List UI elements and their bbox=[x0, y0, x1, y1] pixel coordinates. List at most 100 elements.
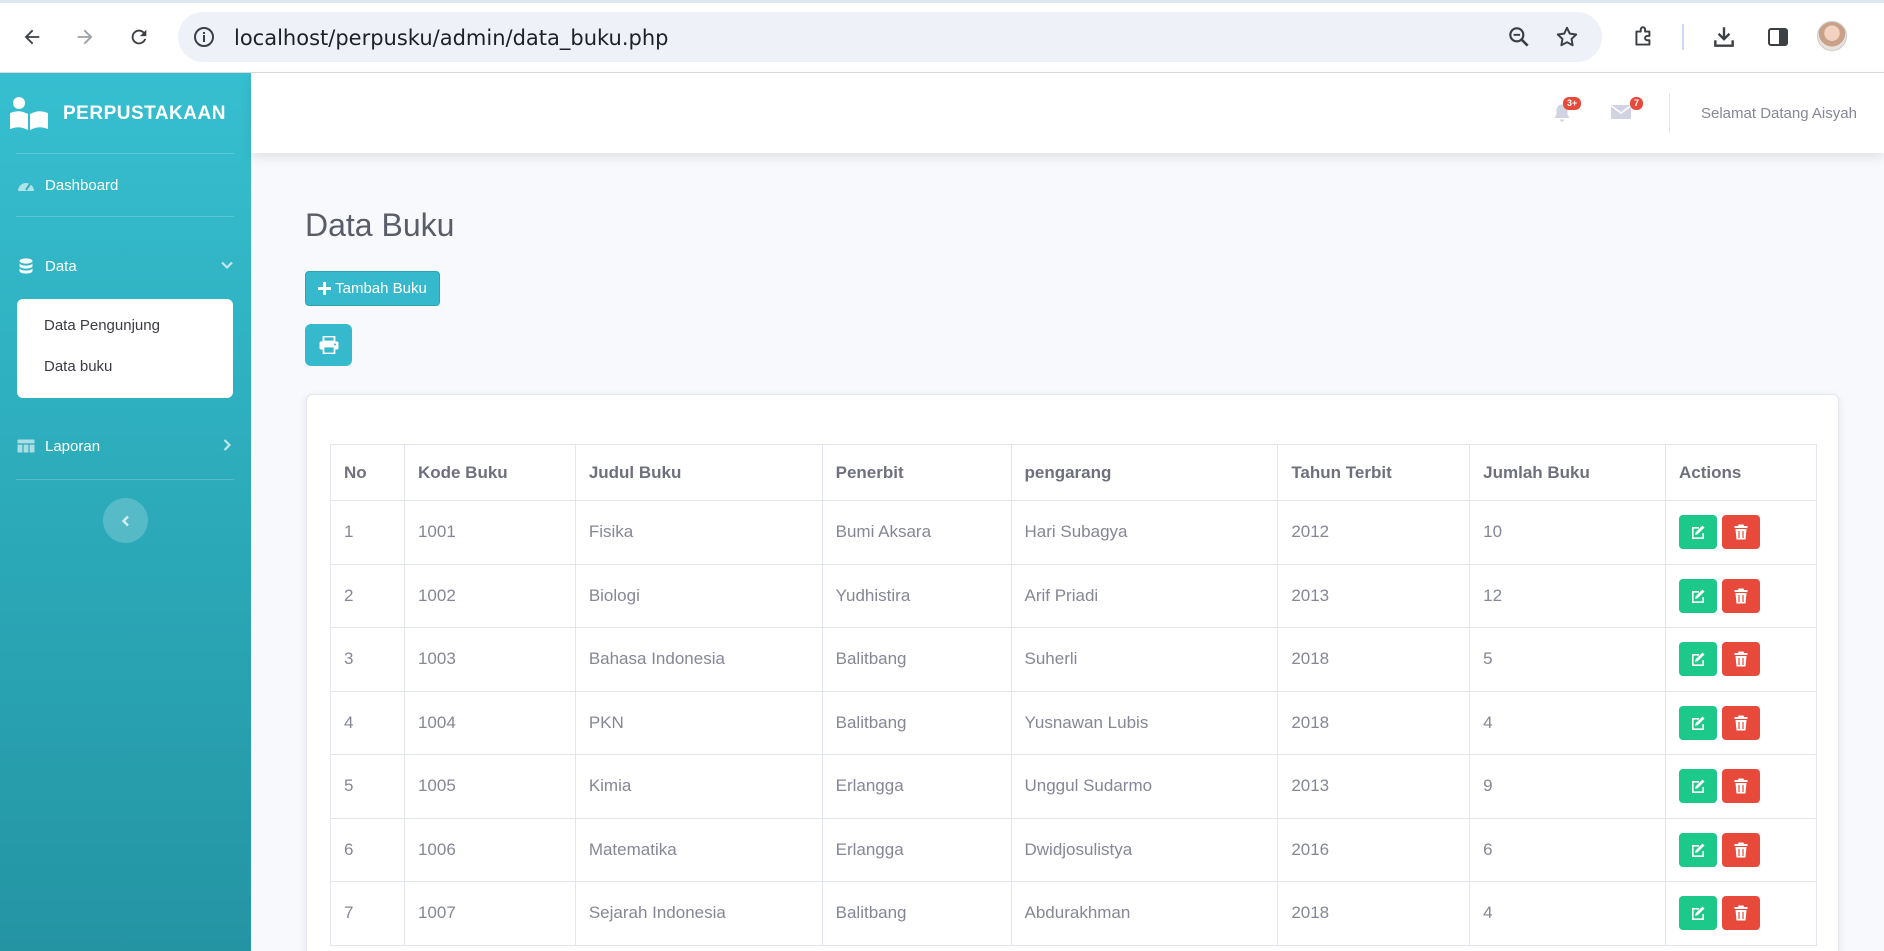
table-row: 3 1003 Bahasa Indonesia Balitbang Suherl… bbox=[330, 627, 1817, 692]
edit-icon bbox=[1692, 589, 1705, 603]
side-panel-button[interactable] bbox=[1760, 19, 1796, 55]
sidebar-divider bbox=[16, 479, 234, 480]
column-header: Penerbit bbox=[821, 444, 1012, 501]
column-header: pengarang bbox=[1010, 444, 1279, 501]
chevron-left-icon bbox=[121, 515, 129, 526]
reader-logo-icon bbox=[10, 97, 48, 130]
delete-button[interactable] bbox=[1722, 578, 1760, 613]
cell-kode: 1006 bbox=[403, 817, 576, 882]
cell-no: 4 bbox=[330, 690, 405, 755]
url-text[interactable]: localhost/perpusku/admin/data_buku.php bbox=[234, 26, 669, 50]
cell-jumlah: 12 bbox=[1469, 563, 1666, 628]
cell-pengarang: Yusnawan Lubis bbox=[1010, 690, 1279, 755]
cell-judul: Fisika bbox=[574, 500, 823, 565]
reload-button[interactable] bbox=[121, 19, 157, 55]
cell-kode: 1005 bbox=[403, 754, 576, 819]
cell-penerbit: Erlangga bbox=[821, 754, 1012, 819]
add-book-button[interactable]: Tambah Buku bbox=[305, 271, 440, 306]
table-row: 5 1005 Kimia Erlangga Unggul Sudarmo 201… bbox=[330, 754, 1817, 819]
sidebar-item-laporan[interactable]: Laporan bbox=[16, 431, 234, 461]
cell-tahun: 2013 bbox=[1277, 563, 1471, 628]
sidebar-item-data[interactable]: Data bbox=[16, 251, 234, 281]
cell-no: 3 bbox=[330, 627, 405, 692]
column-header: Judul Buku bbox=[574, 444, 823, 501]
cell-jumlah: 4 bbox=[1469, 881, 1666, 946]
downloads-button[interactable] bbox=[1706, 19, 1742, 55]
cell-pengarang: Arif Priadi bbox=[1010, 563, 1279, 628]
cell-pengarang: Suherli bbox=[1010, 627, 1279, 692]
sidebar-item-dashboard[interactable]: Dashboard bbox=[16, 170, 234, 200]
profile-avatar[interactable] bbox=[1817, 21, 1847, 51]
submenu-item-data-pengunjung[interactable]: Data Pengunjung bbox=[44, 317, 160, 334]
welcome-user-menu[interactable]: Selamat Datang Aisyah bbox=[1701, 105, 1857, 122]
edit-button[interactable] bbox=[1679, 832, 1717, 867]
edit-button[interactable] bbox=[1679, 642, 1717, 677]
edit-button[interactable] bbox=[1679, 769, 1717, 804]
delete-button[interactable] bbox=[1722, 705, 1760, 740]
info-icon[interactable] bbox=[192, 25, 216, 49]
cell-pengarang: Abdurakhman bbox=[1010, 881, 1279, 946]
edit-button[interactable] bbox=[1679, 896, 1717, 931]
sidebar-toggle-button[interactable] bbox=[103, 498, 148, 543]
forward-button[interactable] bbox=[67, 19, 103, 55]
zoom-icon[interactable] bbox=[1506, 24, 1532, 50]
trash-icon bbox=[1734, 778, 1748, 794]
cell-tahun: 2012 bbox=[1277, 500, 1471, 565]
tab-strip-edge bbox=[0, 0, 1884, 3]
table-row: 1 1001 Fisika Bumi Aksara Hari Subagya 2… bbox=[330, 500, 1817, 565]
cell-no: 5 bbox=[330, 754, 405, 819]
trash-icon bbox=[1734, 842, 1748, 858]
bookmark-star-icon[interactable] bbox=[1554, 24, 1580, 50]
puzzle-icon bbox=[1635, 26, 1651, 46]
sidebar-item-label: Data bbox=[45, 257, 77, 275]
edit-button[interactable] bbox=[1679, 578, 1717, 613]
delete-button[interactable] bbox=[1722, 515, 1760, 550]
cell-actions bbox=[1665, 500, 1817, 565]
table-header-row: No Kode Buku Judul Buku Penerbit pengara… bbox=[330, 444, 1817, 501]
address-bar[interactable]: localhost/perpusku/admin/data_buku.php bbox=[178, 12, 1602, 62]
edit-icon bbox=[1692, 779, 1705, 794]
sidebar-brand[interactable]: PERPUSTAKAAN bbox=[0, 73, 251, 153]
cell-no: 2 bbox=[330, 563, 405, 628]
edit-button[interactable] bbox=[1679, 705, 1717, 740]
cell-pengarang: Unggul Sudarmo bbox=[1010, 754, 1279, 819]
plus-icon bbox=[318, 282, 332, 295]
add-book-label: Tambah Buku bbox=[335, 280, 427, 297]
delete-button[interactable] bbox=[1722, 642, 1760, 677]
cell-judul: Biologi bbox=[574, 563, 823, 628]
sidebar-item-label: Laporan bbox=[45, 437, 101, 455]
cell-actions bbox=[1665, 754, 1817, 819]
delete-button[interactable] bbox=[1722, 832, 1760, 867]
sidebar-item-label: Dashboard bbox=[45, 176, 119, 194]
delete-button[interactable] bbox=[1722, 769, 1760, 804]
cell-tahun: 2018 bbox=[1277, 690, 1471, 755]
trash-icon bbox=[1734, 588, 1748, 604]
printer-icon bbox=[319, 336, 338, 354]
cell-penerbit: Balitbang bbox=[821, 627, 1012, 692]
cell-penerbit: Balitbang bbox=[821, 690, 1012, 755]
back-button[interactable] bbox=[14, 19, 50, 55]
print-button[interactable] bbox=[305, 324, 352, 366]
books-table: No Kode Buku Judul Buku Penerbit pengara… bbox=[330, 444, 1817, 946]
sidebar-divider bbox=[16, 153, 234, 154]
cell-penerbit: Erlangga bbox=[821, 817, 1012, 882]
edit-button[interactable] bbox=[1679, 515, 1717, 550]
page-title: Data Buku bbox=[305, 207, 455, 243]
delete-button[interactable] bbox=[1722, 896, 1760, 931]
extensions-button[interactable] bbox=[1626, 19, 1662, 55]
edit-icon bbox=[1692, 906, 1705, 921]
table-row: 2 1002 Biologi Yudhistira Arif Priadi 20… bbox=[330, 563, 1817, 628]
edit-icon bbox=[1692, 716, 1705, 730]
cell-jumlah: 10 bbox=[1469, 500, 1666, 565]
cell-actions bbox=[1665, 563, 1817, 628]
cell-kode: 1003 bbox=[403, 627, 576, 692]
topbar: 3+ 7 Selamat Datang Aisyah bbox=[251, 73, 1884, 153]
cell-kode: 1001 bbox=[403, 500, 576, 565]
column-header: No bbox=[330, 444, 405, 501]
cell-jumlah: 4 bbox=[1469, 690, 1666, 755]
cell-penerbit: Balitbang bbox=[821, 881, 1012, 946]
messages-button[interactable]: 7 bbox=[1610, 97, 1644, 126]
alerts-button[interactable]: 3+ bbox=[1553, 97, 1582, 128]
cell-judul: Matematika bbox=[574, 817, 823, 882]
submenu-item-data-buku[interactable]: Data buku bbox=[44, 358, 112, 375]
